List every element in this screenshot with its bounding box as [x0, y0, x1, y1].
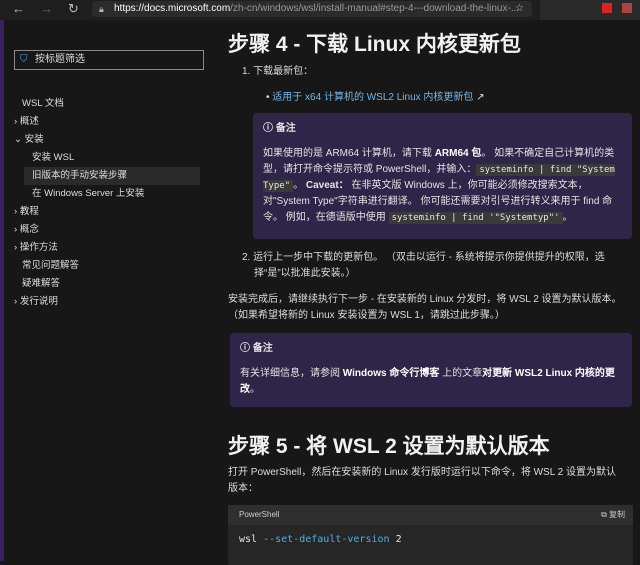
code-block: PowerShell ⧉ 复制 wsl --set-default-versio… [228, 505, 633, 565]
toc-item[interactable]: 疑难解答 [4, 275, 214, 293]
after-install-text: 安装完成后，请继续执行下一步 - 在安装新的 Linux 分发时，将 WSL 2… [228, 294, 622, 321]
blog-link[interactable]: Windows 命令行博客 [343, 368, 440, 379]
step-5-text: 打开 PowerShell，然后在安装新的 Linux 发行版时运行以下命令，将… [228, 467, 617, 494]
toc: WSL 文档 › 概述 ⌄ 安装 安装 WSL 旧版本的手动安装步骤在 Windows … [4, 95, 214, 311]
toc-item[interactable]: 安装 WSL [4, 149, 214, 167]
refresh-icon[interactable]: ↻ [68, 1, 79, 17]
toc-item[interactable]: › 发行说明 [4, 293, 214, 311]
note-title: ⓘ 备注 [263, 123, 296, 134]
heading-step-5: 步骤 5 - 将 WSL 2 设置为默认版本 [228, 435, 550, 458]
step-1: 1. 下载最新包： [242, 66, 314, 77]
code-language: PowerShell [228, 505, 633, 525]
toc-item[interactable]: 旧版本的手动安装步骤 [24, 167, 200, 185]
note-title: ⓘ 备注 [240, 343, 273, 354]
filter-input[interactable]: ⛉ 按标题筛选 [14, 50, 204, 70]
code-content: wsl --set-default-version 2 [239, 534, 402, 545]
window-controls [540, 0, 640, 20]
toc-item[interactable]: 常见问题解答 [4, 257, 214, 275]
arm64-link[interactable]: ARM64 包 [435, 148, 482, 159]
extension-icon[interactable] [622, 3, 632, 13]
browser-toolbar: ← → ↻ 🔒︎ https://docs.microsoft.com/zh-c… [0, 0, 640, 20]
toc-item[interactable]: ⌄ 安装 [4, 131, 214, 149]
note-box: ⓘ 备注 如果使用的是 ARM64 计算机，请下载 ARM64 包。 如果不确定… [253, 113, 632, 239]
toc-item[interactable]: 在 Windows Server 上安装 [4, 185, 214, 203]
note-box: ⓘ 备注 有关详细信息，请参阅 Windows 命令行博客 上的文章对更新 WS… [230, 333, 632, 407]
back-icon[interactable]: ← [12, 1, 25, 16]
extension-icon[interactable] [602, 3, 612, 13]
toc-item[interactable]: › 操作方法 [4, 239, 214, 257]
sidebar: ⛉ 按标题筛选 WSL 文档 › 概述 ⌄ 安装 安装 WSL 旧版本的手动安装步骤在 … [4, 20, 214, 561]
copy-button[interactable]: ⧉ 复制 [601, 505, 625, 525]
lock-icon: 🔒︎ [99, 4, 104, 14]
step-2: 2. 运行上一步中下载的更新包。 （双击以运行 - 系统将提示你提供提升的权限，… [242, 252, 605, 279]
x64-kernel-link[interactable]: 适用于 x64 计算机的 WSL2 Linux 内核更新包 [272, 92, 473, 103]
info-icon: ⓘ [263, 123, 276, 134]
chevron-down-icon: ⌄ [14, 134, 25, 145]
favorite-icon[interactable]: ☆ [515, 1, 524, 17]
toc-item[interactable]: › 概述 [4, 113, 214, 131]
toc-item[interactable]: WSL 文档 [4, 95, 214, 113]
toc-item[interactable]: › 教程 [4, 203, 214, 221]
external-link-icon: ↗ [476, 92, 485, 103]
address-bar[interactable]: 🔒︎ https://docs.microsoft.com/zh-cn/wind… [92, 1, 532, 17]
toc-item[interactable]: › 概念 [4, 221, 214, 239]
filter-icon: ⛉ [20, 54, 28, 65]
forward-icon[interactable]: → [40, 1, 53, 16]
list-item: • 适用于 x64 计算机的 WSL2 Linux 内核更新包 ↗ [266, 92, 485, 103]
copy-icon: ⧉ [601, 510, 609, 519]
heading-step-4: 步骤 4 - 下载 Linux 内核更新包 [228, 33, 521, 56]
info-icon: ⓘ [240, 343, 253, 354]
